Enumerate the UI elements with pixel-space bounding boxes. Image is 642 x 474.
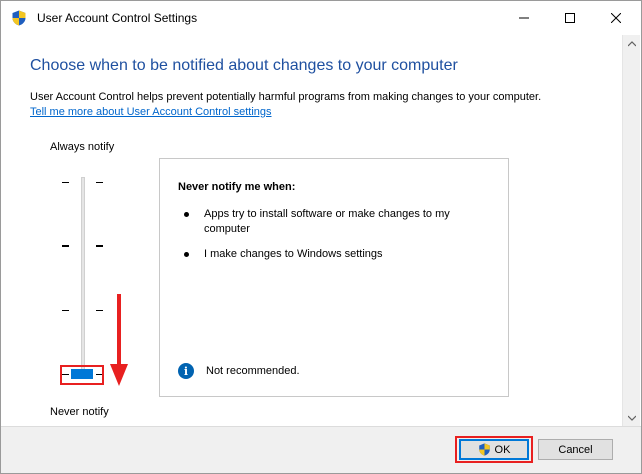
ok-button[interactable]: OK bbox=[459, 439, 529, 460]
cancel-button[interactable]: Cancel bbox=[538, 439, 613, 460]
level-description-panel: Never notify me when: Apps try to instal… bbox=[159, 158, 509, 397]
list-item: Apps try to install software or make cha… bbox=[178, 207, 498, 237]
close-icon bbox=[611, 13, 621, 23]
title-bar: User Account Control Settings bbox=[1, 1, 641, 35]
maximize-button[interactable] bbox=[547, 1, 593, 35]
page-description: User Account Control helps prevent poten… bbox=[30, 91, 542, 103]
recommendation-text: Not recommended. bbox=[206, 365, 300, 377]
list-item-text: Apps try to install software or make cha… bbox=[204, 208, 450, 235]
close-button[interactable] bbox=[593, 1, 639, 35]
uac-shield-icon bbox=[12, 10, 26, 26]
learn-more-link[interactable]: Tell me more about User Account Control … bbox=[30, 106, 272, 118]
minimize-button[interactable] bbox=[501, 1, 547, 35]
list-item: I make changes to Windows settings bbox=[178, 247, 498, 262]
panel-title: Never notify me when: bbox=[178, 181, 296, 193]
uac-shield-icon bbox=[478, 443, 490, 456]
slider-top-label: Always notify bbox=[50, 141, 115, 153]
slider-tick bbox=[62, 310, 69, 311]
slider-bottom-label: Never notify bbox=[50, 406, 109, 418]
chevron-up-icon bbox=[627, 40, 636, 46]
uac-settings-window: User Account Control Settings Choose whe… bbox=[0, 0, 642, 474]
ok-button-label: OK bbox=[494, 443, 511, 456]
slider-tick bbox=[62, 245, 69, 247]
slider-tick bbox=[62, 182, 69, 183]
scroll-up-button[interactable] bbox=[623, 35, 640, 52]
maximize-icon bbox=[565, 13, 575, 23]
notify-level-slider-track[interactable] bbox=[81, 177, 85, 377]
window-title: User Account Control Settings bbox=[37, 11, 198, 25]
info-icon: i bbox=[178, 363, 194, 379]
minimize-icon bbox=[519, 17, 529, 19]
vertical-scrollbar[interactable] bbox=[622, 35, 640, 426]
panel-bullet-list: Apps try to install software or make cha… bbox=[178, 207, 498, 272]
list-item-text: I make changes to Windows settings bbox=[204, 248, 383, 260]
page-heading: Choose when to be notified about changes… bbox=[30, 57, 458, 74]
bullet-icon bbox=[184, 212, 189, 217]
annotation-highlight-slider bbox=[60, 365, 104, 385]
slider-tick bbox=[96, 310, 103, 311]
slider-tick bbox=[96, 245, 103, 247]
chevron-down-icon bbox=[627, 415, 636, 421]
dialog-footer: OK Cancel bbox=[1, 426, 641, 473]
bullet-icon bbox=[184, 252, 189, 257]
slider-tick bbox=[96, 182, 103, 183]
scroll-down-button[interactable] bbox=[623, 409, 640, 426]
annotation-arrow-down-icon bbox=[110, 294, 128, 386]
